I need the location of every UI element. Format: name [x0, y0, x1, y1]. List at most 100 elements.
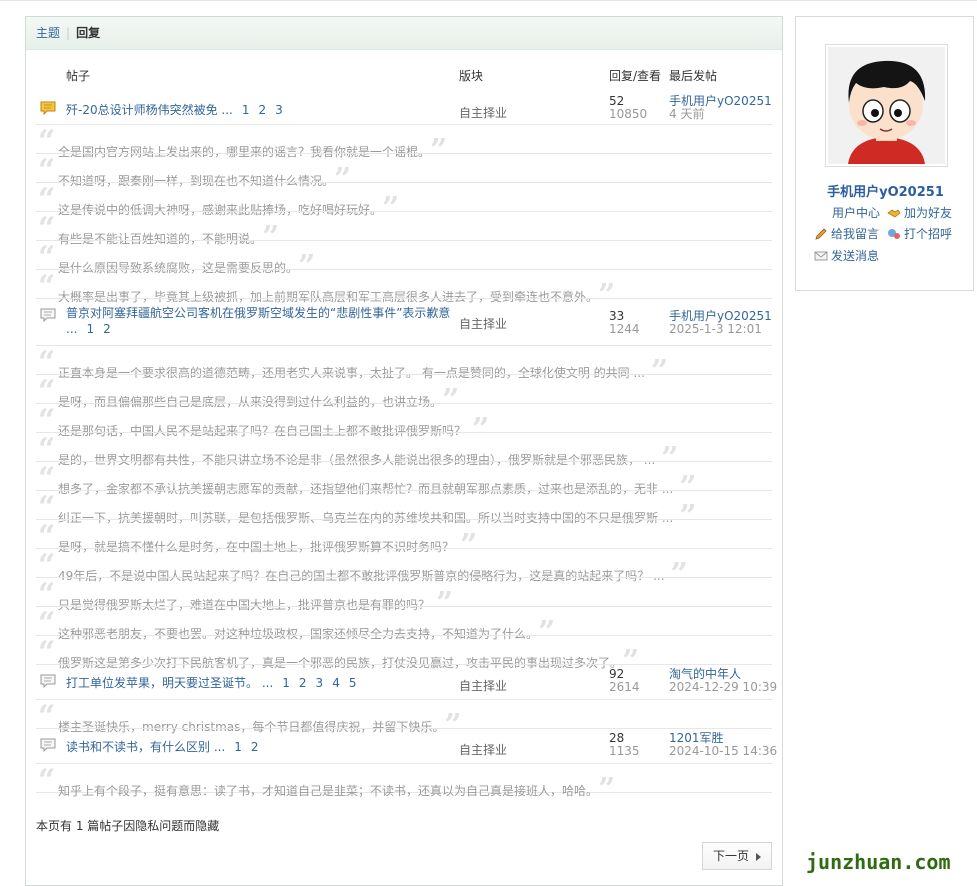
greet-link[interactable]: 打个招呼	[887, 225, 952, 242]
tab-topic[interactable]: 主题	[36, 17, 60, 49]
quote-close-icon: ”	[598, 772, 616, 807]
thread-icon	[40, 738, 56, 752]
last-post-time: 4 天前	[669, 107, 705, 121]
view-count: 1135	[609, 744, 640, 758]
thread-list: 歼-20总设计师杨伟突然被免 ... 1 2 3 自主择业 52 10850 手机用户yO20…	[26, 92, 782, 805]
thread-title-link[interactable]: 歼-20总设计师杨伟突然被免 ...	[66, 103, 233, 117]
page-link[interactable]: 2	[251, 740, 259, 754]
page-link[interactable]: 2	[299, 676, 307, 690]
thread-forum[interactable]: 自主择业	[459, 677, 507, 694]
view-count: 2614	[609, 680, 640, 694]
envelope-icon	[814, 251, 828, 261]
thread-title: 读书和不读书，有什么区别 ... 1 2	[66, 739, 451, 755]
reply-row[interactable]: “正直本身是一个要求很高的道德范畴，还用老实人来说事，太扯了。 有一点是赞同的，…	[36, 345, 772, 387]
view-count: 1244	[609, 322, 640, 336]
reply-row[interactable]: “全是国内官方网站上发出来的，哪里来的谣言？我看你就是一个谣棍。”	[36, 124, 772, 166]
page-link[interactable]: 1	[86, 322, 94, 336]
avatar-image	[828, 47, 945, 164]
page-link[interactable]: 2	[259, 103, 267, 117]
thread-row: 读书和不读书，有什么区别 ... 1 2 自主择业 28 1135 1201军胜 2024-1…	[36, 728, 777, 763]
pencil-icon	[815, 228, 827, 240]
thread-row: 打工单位发苹果，明天要过圣诞节。 ... 1 2 3 4 5 自主择业 92 2614 淘气的中年…	[36, 664, 777, 699]
thread-title-link[interactable]: 打工单位发苹果，明天要过圣诞节。 ...	[66, 676, 273, 690]
thread-row: 歼-20总设计师杨伟突然被免 ... 1 2 3 自主择业 52 10850 手机用户yO20…	[36, 92, 772, 124]
col-post: 帖子	[66, 69, 91, 83]
reply-row[interactable]: “是呀，而且偏偏那些自己是底层，从来没得到过什么利益的，也讲立场。”	[36, 374, 772, 416]
reply-row[interactable]: “是的，世界文明都有共性，不能只讲立场不论是非（虽然很多人能说出很多的理由），俄…	[36, 432, 772, 474]
reply-text: 知乎上有个段子，挺有意思：读了书，才知道自己是韭菜；不读书，还真以为自己真是接班…	[58, 771, 615, 805]
reply-row[interactable]: “还是那句话，中国人民不是站起来了吗？在自己国土上都不敢批评俄罗斯吗？”	[36, 403, 772, 445]
page-link[interactable]: 3	[275, 103, 283, 117]
thread-forum[interactable]: 自主择业	[459, 104, 507, 121]
col-stats: 回复/查看	[609, 69, 662, 83]
thread-icon	[40, 308, 56, 322]
page-link[interactable]: 2	[103, 322, 111, 336]
site-watermark: junzhuan.com	[806, 850, 951, 874]
thread-title-link[interactable]: 普京对阿塞拜疆航空公司客机在俄罗斯空域发生的“悲剧性事件”表示歉意 ...	[66, 306, 450, 336]
tab-reply[interactable]: 回复	[76, 17, 100, 49]
last-post: 1201军胜 2024-10-15 14:36	[669, 732, 779, 758]
user-center-label: 用户中心	[832, 206, 881, 220]
leave-message-link[interactable]: 给我留言	[814, 225, 879, 242]
greet-label: 打个招呼	[904, 227, 953, 241]
next-page-label: 下一页	[713, 849, 750, 863]
wave-icon	[888, 229, 900, 239]
send-message-link[interactable]: 发送消息	[814, 247, 879, 264]
reply-row[interactable]: “49年后，不是说中国人民站起来了吗？在自己的国土都不敢批评俄罗斯普京的侵略行为…	[36, 548, 772, 590]
thread-title-link[interactable]: 读书和不读书，有什么区别 ...	[66, 740, 225, 754]
last-post: 手机用户yO20251 2025-1-3 12:01	[669, 310, 779, 336]
top-divider	[0, 0, 977, 1]
reply-row[interactable]: “知乎上有个段子，挺有意思：读了书，才知道自己是韭菜；不读书，还真以为自己真是接…	[36, 763, 772, 805]
reply-row[interactable]: “只是觉得俄罗斯太烂了，难道在中国大地上，批评普京也是有罪的吗？”	[36, 577, 772, 619]
thread-title: 普京对阿塞拜疆航空公司客机在俄罗斯空域发生的“悲剧性事件”表示歉意 ... 1 2	[66, 305, 451, 337]
page-link[interactable]: 1	[234, 740, 242, 754]
add-friend-link[interactable]: 加为好友	[887, 204, 952, 221]
page-link[interactable]: 1	[242, 103, 250, 117]
thread-row: 普京对阿塞拜疆航空公司客机在俄罗斯空域发生的“悲剧性事件”表示歉意 ... 1 2 自…	[36, 298, 772, 345]
last-post-time: 2024-10-15 14:36	[669, 744, 778, 758]
reply-row[interactable]: “是什么原因导致系统腐败，这是需要反思的。”	[36, 240, 772, 282]
reply-row[interactable]: “不知道呀，跟秦刚一样，到现在也不知道什么情况。”	[36, 153, 772, 195]
col-last: 最后发帖	[669, 69, 718, 83]
send-message-label: 发送消息	[831, 249, 880, 263]
reply-row[interactable]: “有些是不能让百姓知道的，不能明说。”	[36, 211, 772, 253]
tab-separator: |	[66, 26, 71, 40]
page-link[interactable]: 5	[349, 676, 357, 690]
page-link[interactable]: 4	[332, 676, 340, 690]
quote-open-icon: “	[38, 763, 56, 798]
profile-username[interactable]: 手机用户yO20251	[796, 181, 975, 200]
thread-title: 打工单位发苹果，明天要过圣诞节。 ... 1 2 3 4 5	[66, 675, 451, 691]
reply-row[interactable]: “想多了，金家都不承认抗美援朝志愿军的贡献，还指望他们来帮忙？而且就朝军那点素质…	[36, 461, 772, 503]
thread-forum[interactable]: 自主择业	[459, 315, 507, 332]
view-count: 10850	[609, 107, 648, 121]
page-link[interactable]: 1	[282, 676, 290, 690]
user-center-link[interactable]: 用户中心	[832, 204, 880, 221]
avatar[interactable]	[825, 44, 948, 167]
last-post: 淘气的中年人 2024-12-29 10:39	[669, 668, 779, 694]
reply-row[interactable]: “这种邪恶老朋友，不要也罢。对这种垃圾政权，国家还倾尽全力去支持，不知道为了什么…	[36, 606, 772, 648]
tab-bar: 主题 | 回复	[26, 17, 782, 50]
table-header: 帖子 版块 回复/查看 最后发帖	[26, 50, 782, 92]
reply-row[interactable]: “这是传说中的低调大神呀，感谢来此贴捧场，吃好喝好玩好。”	[36, 182, 772, 224]
reply-quote: 知乎上有个段子，挺有意思：读了书，才知道自己是韭菜；不读书，还真以为自己真是接班…	[58, 784, 593, 798]
reply-row[interactable]: “大概率是出事了，毕竟其上级被抓，加上前期军队高层和军工高层很多人进去了，受到牵…	[36, 269, 772, 311]
reply-row[interactable]: “俄罗斯这是第多少次打下民航客机了，真是一个邪恶的民族，打仗没见赢过，攻击平民的…	[36, 635, 772, 677]
profile-card: 手机用户yO20251 用户中心 加为好友 给我留言 打个招呼 发送消息	[795, 16, 974, 291]
last-post: 手机用户yO20251 4 天前	[669, 95, 779, 121]
add-friend-label: 加为好友	[904, 206, 953, 220]
reply-row[interactable]: “纠正一下，抗美援朝时，叫苏联，是包括俄罗斯、乌克兰在内的苏维埃共和国。所以当时…	[36, 490, 772, 532]
reply-row[interactable]: “楼主圣诞快乐，merry christmas，每个节日都值得庆祝，并留下快乐。…	[36, 699, 772, 741]
last-post-time: 2025-1-3 12:01	[669, 322, 762, 336]
thread-icon	[40, 674, 56, 688]
handshake-icon	[887, 209, 901, 218]
next-page-button[interactable]: 下一页	[702, 842, 772, 870]
thread-stats: 28 1135	[609, 732, 664, 758]
chevron-right-icon	[756, 853, 761, 861]
page-link[interactable]: 3	[316, 676, 324, 690]
thread-forum[interactable]: 自主择业	[459, 741, 507, 758]
hidden-note: 本页有 1 篇帖子因隐私问题而隐藏	[36, 819, 220, 833]
col-forum: 版块	[459, 69, 484, 83]
thread-stats: 92 2614	[609, 668, 664, 694]
thread-stats: 52 10850	[609, 95, 664, 121]
reply-row[interactable]: “是呀，就是搞不懂什么是时务，在中国土地上，批评俄罗斯算不识时务吗？”	[36, 519, 772, 561]
